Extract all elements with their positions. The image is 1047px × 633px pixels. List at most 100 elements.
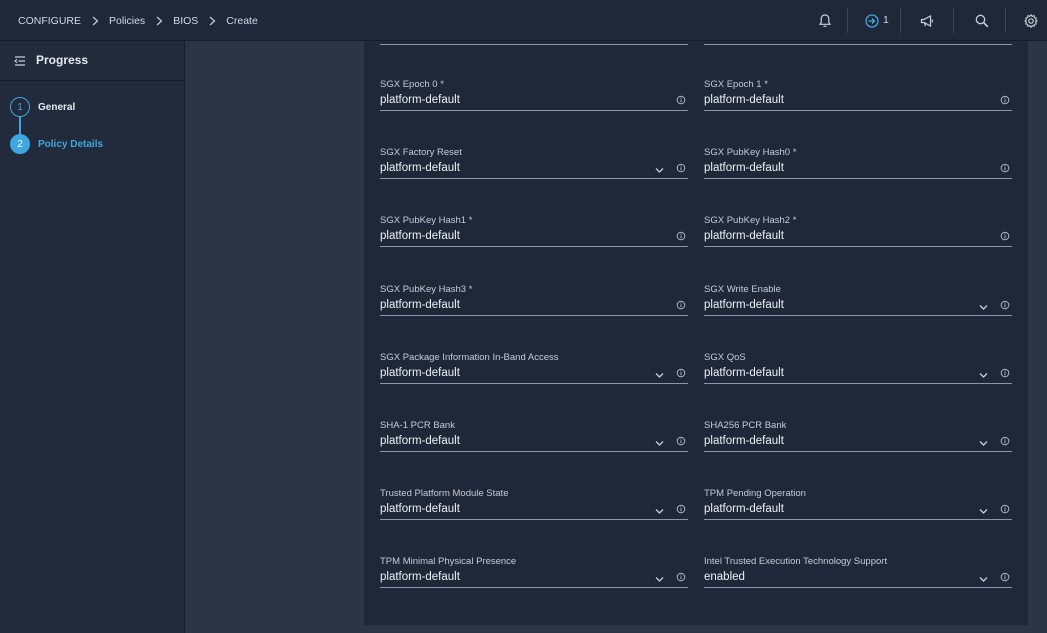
field-value[interactable]: platform-default [704,367,784,379]
field-value[interactable]: platform-default [704,435,784,447]
info-icon[interactable] [1000,300,1010,310]
info-icon[interactable] [1000,231,1010,241]
field-value[interactable]: platform-default [704,94,784,106]
info-icon[interactable] [1000,436,1010,446]
chevron-down-icon[interactable] [979,303,988,312]
info-icon[interactable] [1000,504,1010,514]
field-value[interactable]: platform-default [380,94,460,106]
select-sgx-write-enable[interactable]: SGX Write Enable platform-default [704,284,1012,324]
select-trusted-platform-module-state[interactable]: Trusted Platform Module State platform-de… [380,488,688,528]
field-label: SGX QoS [704,352,746,363]
field-value[interactable]: platform-default [380,299,460,311]
field-label: SHA-1 PCR Bank [380,420,455,431]
sidebar-header: Progress [0,41,184,81]
info-icon[interactable] [676,436,686,446]
gear-icon[interactable] [1023,13,1039,29]
field-label: SGX Epoch 0 * [380,79,444,90]
input-sgx-pubkey-hash2[interactable]: SGX PubKey Hash2 * platform-default [704,215,1012,255]
field-underline [380,451,688,452]
select-sgx-package-information-in-band-access[interactable]: SGX Package Information In-Band Access pl… [380,352,688,392]
field-value[interactable]: enabled [704,571,745,583]
field-value[interactable]: platform-default [380,367,460,379]
input-sgx-epoch-1[interactable]: SGX Epoch 1 * platform-default [704,79,1012,119]
field-value[interactable]: platform-default [380,503,460,515]
field-label: SGX PubKey Hash2 * [704,215,797,226]
select-sha-1-pcr-bank[interactable]: SHA-1 PCR Bank platform-default [380,420,688,460]
sidebar-title: Progress [36,53,89,67]
field-underline [704,246,1012,247]
top-actions: 1 [0,0,1047,41]
chevron-down-icon[interactable] [979,507,988,516]
sign-in-icon[interactable] [864,13,880,29]
field-label: Intel Trusted Execution Technology Suppo… [704,556,888,567]
chevron-down-icon[interactable] [979,575,988,584]
field-value[interactable]: platform-default [704,162,784,174]
field-underline [704,451,1012,452]
info-icon[interactable] [1000,95,1010,105]
field-label: TPM Minimal Physical Presence [380,556,517,567]
field-underline [704,519,1012,520]
info-icon[interactable] [676,163,686,173]
chevron-down-icon[interactable] [655,371,664,380]
select-sgx-factory-reset[interactable]: SGX Factory Reset platform-default [380,147,688,187]
field-underline [704,110,1012,111]
field-underline [380,44,688,45]
info-icon[interactable] [1000,368,1010,378]
signin-count[interactable]: 1 [883,14,889,26]
input-sgx-pubkey-hash0[interactable]: SGX PubKey Hash0 * platform-default [704,147,1012,187]
search-icon[interactable] [974,13,990,29]
input-sgx-pubkey-hash3[interactable]: SGX PubKey Hash3 * platform-default [380,284,688,324]
info-icon[interactable] [676,300,686,310]
field-value[interactable]: platform-default [380,162,460,174]
step-policy-details[interactable]: 2 Policy Details [10,134,103,154]
chevron-down-icon[interactable] [655,166,664,175]
info-icon[interactable] [1000,163,1010,173]
megaphone-icon[interactable] [919,13,935,29]
field-value[interactable]: platform-default [380,571,460,583]
select-intel-trusted-execution-technology-support[interactable]: Intel Trusted Execution Technology Suppo… [704,556,1012,596]
field-underline [704,178,1012,179]
bell-icon[interactable] [817,13,833,29]
top-bar: CONFIGURE Policies BIOS Create 1 [0,0,1047,41]
field-label: SHA256 PCR Bank [704,420,787,431]
field-value[interactable]: platform-default [380,230,460,242]
chevron-down-icon[interactable] [979,439,988,448]
chevron-down-icon[interactable] [655,439,664,448]
progress-sidebar: Progress 1 General 2 Policy Details [0,41,185,633]
field-label: TPM Pending Operation [704,488,806,499]
select-sha256-pcr-bank[interactable]: SHA256 PCR Bank platform-default [704,420,1012,460]
form-panel: SGX Epoch 0 * platform-default SGX Epoch 1… [364,41,1028,625]
info-icon[interactable] [676,368,686,378]
info-icon[interactable] [676,95,686,105]
chevron-down-icon[interactable] [655,507,664,516]
select-tpm-minimal-physical-presence[interactable]: TPM Minimal Physical Presence platform-de… [380,556,688,596]
divider [953,8,954,33]
info-icon[interactable] [1000,572,1010,582]
info-icon[interactable] [676,231,686,241]
field-underline [380,110,688,111]
input-sgx-epoch-0[interactable]: SGX Epoch 0 * platform-default [380,79,688,119]
step-label: General [38,101,76,113]
divider [900,8,901,33]
chevron-down-icon[interactable] [655,575,664,584]
info-icon[interactable] [676,504,686,514]
chevron-down-icon[interactable] [979,371,988,380]
select-tpm-pending-operation[interactable]: TPM Pending Operation platform-default [704,488,1012,528]
field-label: SGX Package Information In-Band Access [380,352,559,363]
step-general[interactable]: 1 General [10,97,75,117]
field-value[interactable]: platform-default [704,299,784,311]
field-value[interactable]: platform-default [704,503,784,515]
field-label: SGX PubKey Hash1 * [380,215,473,226]
field-value[interactable]: platform-default [380,435,460,447]
field-value[interactable]: platform-default [704,230,784,242]
select-sgx-qos[interactable]: SGX QoS platform-default [704,352,1012,392]
field-underline [380,315,688,316]
field-underline [704,587,1012,588]
field-label: SGX PubKey Hash3 * [380,284,473,295]
step-number: 1 [10,97,30,117]
info-icon[interactable] [676,572,686,582]
input-sgx-pubkey-hash1[interactable]: SGX PubKey Hash1 * platform-default [380,215,688,255]
field-label: SGX Write Enable [704,284,781,295]
step-number: 2 [10,134,30,154]
collapse-menu-icon[interactable] [14,55,26,67]
